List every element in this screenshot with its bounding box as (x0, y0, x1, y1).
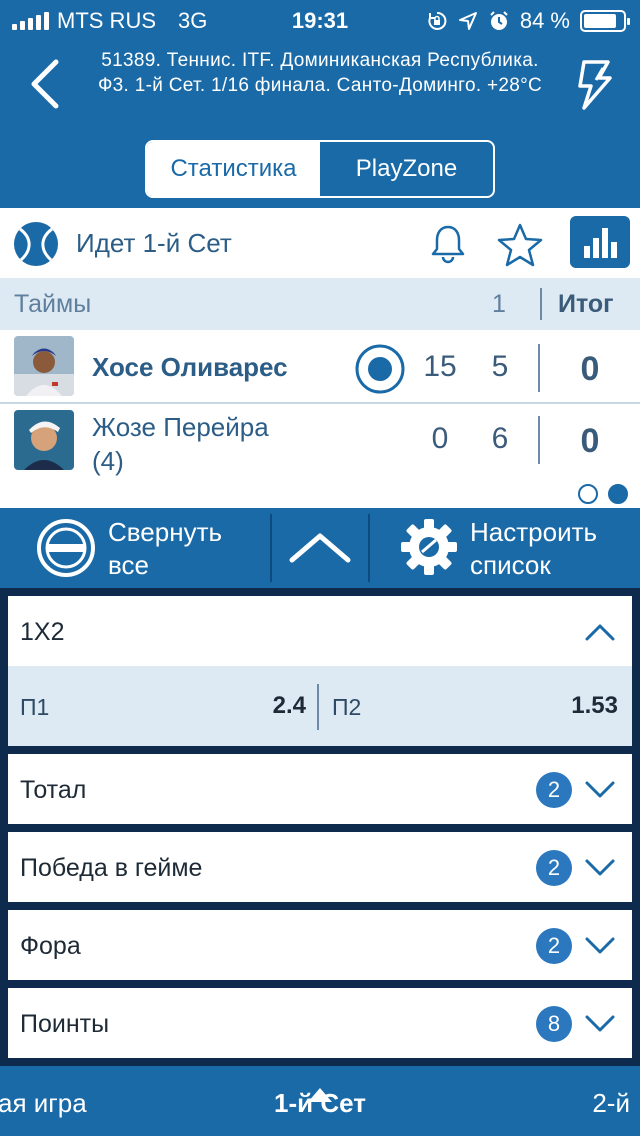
chevron-up-icon[interactable] (584, 622, 616, 642)
tab-next[interactable]: 2-й (592, 1088, 630, 1119)
status-bar: MTS RUS 3G 19:31 84 % (0, 0, 640, 40)
market-card-total[interactable]: Тотал 2 (8, 754, 632, 824)
market-count-badge: 2 (536, 850, 572, 886)
action-bar: Свернуть все Настроить список (0, 508, 640, 588)
market-title: Фора (20, 932, 81, 960)
customize-list-button[interactable]: Настроить список (370, 508, 640, 588)
gear-icon (401, 519, 457, 575)
market-card-1x2[interactable]: 1X2 П1 2.4 П2 1.53 (8, 596, 632, 746)
collapse-label-line1: Свернуть (108, 517, 223, 547)
location-arrow-icon (458, 12, 477, 30)
view-switcher: Статистика PlayZone (145, 140, 495, 198)
chevron-down-icon[interactable] (584, 936, 616, 956)
collapse-all-label: Свернуть все (108, 516, 222, 582)
market-count-badge: 8 (536, 1006, 572, 1042)
market-card-game-winner[interactable]: Победа в гейме 2 (8, 832, 632, 902)
tennis-ball-icon (14, 222, 58, 266)
market-title: Победа в гейме (20, 854, 203, 882)
match-info: Идет 1-й Сет Таймы 1 Итог Хосе Оливарес … (0, 208, 640, 508)
player-seed: (4) (92, 446, 124, 476)
customize-label-line2: список (470, 550, 551, 580)
total-column-label: Итог (558, 290, 614, 318)
match-status-row: Идет 1-й Сет (0, 208, 640, 278)
outcome-label: П2 (332, 694, 362, 720)
star-icon[interactable] (496, 222, 544, 268)
column-divider (540, 288, 542, 320)
collapse-all-button[interactable]: Свернуть все (0, 508, 270, 588)
page-title: 51389. Теннис. ITF. Доминиканская Респуб… (97, 50, 543, 96)
player-points: 15 (423, 350, 457, 383)
player-points: 0 (431, 422, 449, 455)
minus-circle-icon (37, 519, 95, 577)
rotation-lock-icon (428, 11, 447, 30)
market-card-points[interactable]: Поинты 8 (8, 988, 632, 1058)
lightning-icon[interactable] (572, 56, 616, 112)
chevron-down-icon[interactable] (584, 858, 616, 878)
customize-label-line1: Настроить (470, 517, 598, 547)
page-indicator[interactable] (578, 484, 628, 504)
battery-percent: 84 % (519, 8, 570, 33)
column-divider (538, 416, 540, 464)
alarm-clock-icon (490, 11, 508, 30)
column-divider (538, 344, 540, 392)
player-row[interactable]: Хосе Оливарес 15 5 0 (0, 330, 640, 404)
active-tab-caret-icon (308, 1088, 332, 1102)
battery-icon (580, 10, 630, 32)
market-title: Тотал (20, 776, 87, 804)
odds-value-button[interactable]: 1.53 (571, 692, 618, 720)
outcome-label: П1 (20, 694, 50, 720)
match-status: Идет 1-й Сет (76, 228, 232, 258)
market-title: 1X2 (20, 618, 65, 646)
market-title: Поинты (20, 1010, 110, 1038)
player-games: 5 (491, 350, 509, 383)
page-dot[interactable] (578, 484, 598, 504)
player-total: 0 (580, 350, 600, 388)
score-header-row: Таймы 1 Итог (0, 278, 640, 330)
set1-column-label: 1 (492, 290, 506, 318)
periods-label: Таймы (14, 290, 92, 318)
player-row[interactable]: Жозе Перейра (4) 0 6 0 (0, 404, 640, 478)
bell-icon[interactable] (426, 222, 470, 266)
back-chevron-icon[interactable] (22, 56, 72, 112)
customize-list-label: Настроить список (470, 516, 597, 582)
player-name-block: Жозе Перейра (4) (92, 410, 269, 478)
market-count-badge: 2 (536, 928, 572, 964)
player-name: Жозе Перейра (92, 412, 269, 442)
tab-statistics[interactable]: Статистика (147, 142, 320, 196)
odds-row: П1 2.4 П2 1.53 (8, 666, 632, 746)
tab-playzone[interactable]: PlayZone (320, 142, 493, 196)
market-card-handicap[interactable]: Фора 2 (8, 910, 632, 980)
header: MTS RUS 3G 19:31 84 % 51389. Теннис. ITF… (0, 0, 640, 208)
serving-indicator-icon (355, 344, 405, 394)
player-name: Хосе Оливарес (92, 352, 288, 382)
chevron-down-icon[interactable] (584, 780, 616, 800)
collapse-label-line2: все (108, 550, 149, 580)
player-games: 6 (491, 422, 509, 455)
period-tabs: ая игра 1-й Сет 2-й (0, 1066, 640, 1136)
bar-chart-icon[interactable] (570, 216, 630, 268)
player-avatar (14, 410, 74, 470)
player-total: 0 (580, 422, 600, 460)
page-dot-active[interactable] (608, 484, 628, 504)
player-avatar (14, 336, 74, 396)
odds-value-button[interactable]: 2.4 (273, 692, 306, 720)
chevron-up-icon[interactable] (272, 508, 368, 588)
odds-divider (317, 684, 319, 730)
chevron-down-icon[interactable] (584, 1014, 616, 1034)
market-count-badge: 2 (536, 772, 572, 808)
